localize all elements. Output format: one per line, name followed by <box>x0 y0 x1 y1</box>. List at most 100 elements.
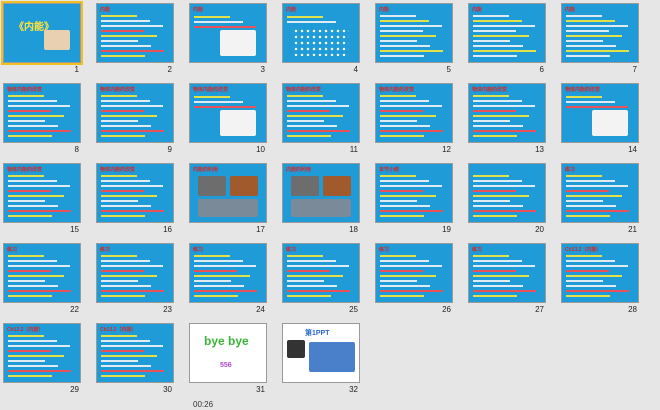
slide-preview[interactable]: 物体内能的改变 <box>468 83 546 143</box>
slide-thumbnail-8[interactable]: 物体内能的改变 8 <box>3 83 81 158</box>
slide-preview[interactable]: 物体内能的改变 <box>3 163 81 223</box>
text-line <box>8 360 45 362</box>
text-line <box>473 45 523 47</box>
slide-preview[interactable]: 第1PPT <box>282 323 360 383</box>
text-line <box>380 45 430 47</box>
text-line <box>101 115 157 117</box>
slide-thumbnail-24[interactable]: 练习 24 <box>189 243 267 318</box>
text-line <box>8 260 57 262</box>
slide-number: 21 <box>628 225 637 234</box>
slide-thumbnail-22[interactable]: 练习 22 <box>3 243 81 318</box>
slide-thumbnail-5[interactable]: 内能 5 <box>375 3 453 78</box>
slide-thumbnail-9[interactable]: 物体内能的改变 9 <box>96 83 174 158</box>
text-line <box>473 270 516 272</box>
slide-thumbnail-29[interactable]: Ch13.2（内能） 29 <box>3 323 81 398</box>
slide-thumbnail-7[interactable]: 内能 7 <box>561 3 639 78</box>
text-line <box>566 190 609 192</box>
text-line <box>380 135 424 137</box>
text-line <box>101 205 151 207</box>
text-line <box>101 20 150 22</box>
slide-preview[interactable]: 内能 <box>375 3 453 63</box>
slide-preview[interactable]: 物体内能的改变 <box>3 83 81 143</box>
slide-preview[interactable]: 物体内能的改变 <box>375 83 453 143</box>
slide-preview[interactable]: 内能 <box>96 3 174 63</box>
slide-thumbnail-15[interactable]: 物体内能的改变 15 <box>3 163 81 238</box>
slide-thumbnail-3[interactable]: 内能 3 <box>189 3 267 78</box>
slide-preview[interactable]: 练习 <box>3 243 81 303</box>
text-line <box>566 101 615 103</box>
slide-preview[interactable]: 物体内能的改变 <box>96 83 174 143</box>
slide-preview[interactable]: Ch13.2（内能） <box>561 243 639 303</box>
text-line <box>8 355 64 357</box>
slide-thumbnail-19[interactable]: 本节小结 19 <box>375 163 453 238</box>
slide-preview[interactable]: 内能 <box>189 3 267 63</box>
slide-thumbnail-32[interactable]: 第1PPT 32 <box>282 323 360 398</box>
slide-thumbnail-30[interactable]: Ch13.2（内能） 30 <box>96 323 174 398</box>
slide-preview[interactable]: bye bye 556 <box>189 323 267 383</box>
text-line <box>473 55 517 57</box>
slide-thumbnail-2[interactable]: 内能 2 <box>96 3 174 78</box>
slide-timing-label: 00:26 <box>193 400 214 409</box>
slide-thumbnail-17[interactable]: 内能的利用 17 <box>189 163 267 238</box>
slide-preview[interactable]: 物体内能的改变 <box>189 83 267 143</box>
text-line <box>8 370 71 372</box>
slide-thumbnail-27[interactable]: 练习 27 <box>468 243 546 318</box>
text-line <box>101 45 151 47</box>
slide-thumbnail-31[interactable]: bye bye 556 31 <box>189 323 267 398</box>
slide-thumbnail-28[interactable]: Ch13.2（内能） 28 <box>561 243 639 318</box>
slide-thumbnail-6[interactable]: 内能 6 <box>468 3 546 78</box>
slide-preview[interactable]: 物体内能的改变 <box>282 83 360 143</box>
slide-thumbnail-25[interactable]: 练习 25 <box>282 243 360 318</box>
slide-thumbnail-26[interactable]: 练习 26 <box>375 243 453 318</box>
slide-preview[interactable]: 练习 <box>468 243 546 303</box>
slide-preview[interactable]: 《内能》 <box>1 1 83 65</box>
slide-number: 12 <box>442 145 451 154</box>
text-line <box>194 101 243 103</box>
slide-preview[interactable] <box>468 163 546 223</box>
slide-preview[interactable]: 内能 <box>468 3 546 63</box>
slide-preview[interactable]: 练习 <box>96 243 174 303</box>
slide-title: 内能的利用 <box>286 167 312 173</box>
slide-thumbnail-10[interactable]: 物体内能的改变 10 <box>189 83 267 158</box>
slide-preview[interactable]: 练习 <box>282 243 360 303</box>
slide-preview[interactable]: 内能 <box>282 3 360 63</box>
slide-thumbnail-21[interactable]: 练习 21 <box>561 163 639 238</box>
slide-title: 内能 <box>379 7 390 13</box>
slide-number: 8 <box>74 145 79 154</box>
text-line <box>566 270 609 272</box>
text-line <box>566 280 603 282</box>
slide-preview[interactable]: 练习 <box>375 243 453 303</box>
slide-preview[interactable]: 练习 <box>189 243 267 303</box>
text-line <box>380 50 443 52</box>
slide-thumbnail-18[interactable]: 内能的利用 18 <box>282 163 360 238</box>
slide-thumbnail-11[interactable]: 物体内能的改变 11 <box>282 83 360 158</box>
text-line <box>101 120 138 122</box>
slide-thumbnail-20[interactable]: 20 <box>468 163 546 238</box>
slide-preview[interactable]: Ch13.2（内能） <box>3 323 81 383</box>
text-line <box>287 110 330 112</box>
slide-preview[interactable]: 练习 <box>561 163 639 223</box>
text-line <box>473 40 510 42</box>
text-line <box>287 120 324 122</box>
slide-preview[interactable]: 物体内能的改变 <box>561 83 639 143</box>
illustration-image <box>592 110 628 136</box>
slide-thumbnail-23[interactable]: 练习 23 <box>96 243 174 318</box>
slide-preview[interactable]: 内能 <box>561 3 639 63</box>
slide-preview[interactable]: Ch13.2（内能） <box>96 323 174 383</box>
slide-preview[interactable]: 内能的利用 <box>189 163 267 223</box>
slide-thumbnail-13[interactable]: 物体内能的改变 13 <box>468 83 546 158</box>
slide-thumbnail-4[interactable]: 内能 4 <box>282 3 360 78</box>
slide-preview[interactable]: 物体内能的改变 <box>96 163 174 223</box>
slide-thumbnail-1[interactable]: 《内能》 1 <box>1 1 83 78</box>
text-line <box>380 195 436 197</box>
slide-title: 物体内能的改变 <box>472 87 508 93</box>
illustration-image <box>220 30 256 56</box>
text-line <box>8 205 58 207</box>
slide-thumbnail-12[interactable]: 物体内能的改变 12 <box>375 83 453 158</box>
slide-thumbnail-16[interactable]: 物体内能的改变 16 <box>96 163 174 238</box>
slide-preview[interactable]: 本节小结 <box>375 163 453 223</box>
text-line <box>101 200 138 202</box>
text-line <box>101 35 157 37</box>
slide-preview[interactable]: 内能的利用 <box>282 163 360 223</box>
slide-thumbnail-14[interactable]: 物体内能的改变 14 <box>561 83 639 158</box>
